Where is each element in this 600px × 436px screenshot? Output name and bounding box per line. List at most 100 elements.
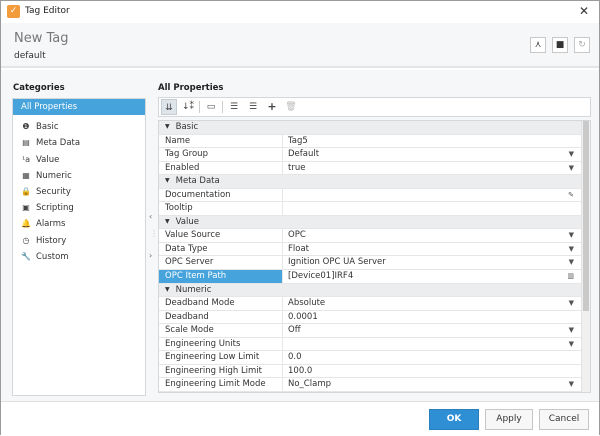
- property-value[interactable]: No_Clamp ▼: [283, 378, 590, 391]
- field-icon[interactable]: ▭: [203, 99, 219, 115]
- property-value[interactable]: Ignition OPC UA Server ▼: [283, 256, 590, 269]
- property-value[interactable]: ✎: [283, 189, 590, 202]
- dropdown-arrow-icon[interactable]: ▼: [569, 243, 574, 256]
- apply-button[interactable]: Apply: [485, 409, 533, 430]
- category-numeric[interactable]: ▦ Numeric: [13, 168, 145, 184]
- browse-tags-icon[interactable]: ▥: [567, 270, 574, 283]
- property-row[interactable]: Engineering Units ▼: [159, 337, 590, 352]
- property-name: Documentation: [159, 188, 283, 202]
- splitter-handle[interactable]: ⋮: [150, 229, 158, 238]
- pencil-icon[interactable]: ✎: [568, 189, 574, 202]
- sort-category-icon[interactable]: ⇊: [161, 99, 177, 115]
- category-custom[interactable]: 🔧 Custom: [13, 249, 145, 265]
- category-security[interactable]: 🔒 Security: [13, 184, 145, 200]
- value-text: OPC: [288, 230, 306, 241]
- app-icon: ✓: [7, 5, 20, 18]
- delete-icon[interactable]: 🗑: [283, 99, 299, 115]
- property-row[interactable]: Name Tag5: [159, 134, 590, 149]
- property-row[interactable]: Engineering High Limit 100.0: [159, 364, 590, 379]
- category-value[interactable]: ¹a Value: [13, 152, 145, 168]
- property-row[interactable]: Data Type Float ▼: [159, 242, 590, 257]
- property-row[interactable]: Tag Group Default ▼: [159, 148, 590, 162]
- properties-toolbar: ⇊ ↓⁑ ▭ ☰ ☰ + 🗑: [158, 97, 591, 117]
- collapse-caret-icon[interactable]: ▼: [165, 175, 170, 188]
- refresh-icon[interactable]: ↻: [574, 37, 590, 53]
- property-row[interactable]: Documentation ✎: [159, 188, 590, 203]
- collapse-caret-icon[interactable]: ▼: [165, 121, 170, 134]
- property-value[interactable]: Tag5: [283, 135, 590, 148]
- dropdown-arrow-icon[interactable]: ▼: [569, 378, 574, 391]
- collapse-caret-icon[interactable]: ▼: [165, 216, 170, 229]
- category-history[interactable]: ◷ History: [13, 233, 145, 249]
- group-label: Meta Data: [175, 176, 220, 187]
- property-name: OPC Item Path: [159, 270, 283, 283]
- collapse-caret-icon[interactable]: ▼: [165, 284, 170, 297]
- dropdown-arrow-icon[interactable]: ▼: [569, 338, 574, 351]
- category-basic[interactable]: ❶ Basic: [13, 119, 145, 135]
- dropdown-arrow-icon[interactable]: ▼: [569, 324, 574, 337]
- scrollbar-thumb[interactable]: [583, 121, 589, 311]
- group-header[interactable]: ▼ Value: [159, 215, 590, 230]
- property-row[interactable]: Deadband 0.0001: [159, 310, 590, 325]
- category-meta-data[interactable]: ▤ Meta Data: [13, 135, 145, 151]
- property-row[interactable]: Engineering Low Limit 0.0: [159, 351, 590, 365]
- property-row[interactable]: Engineering Limit Mode No_Clamp ▼: [159, 378, 590, 392]
- wrench-icon: 🔧: [21, 251, 31, 261]
- group-header[interactable]: ▼ Meta Data: [159, 175, 590, 189]
- tag-type-icon[interactable]: ⋏: [530, 37, 546, 53]
- vertical-scrollbar[interactable]: [581, 121, 590, 392]
- category-label: All Properties: [21, 102, 78, 113]
- property-value[interactable]: OPC ▼: [283, 229, 590, 242]
- add-icon[interactable]: +: [264, 99, 280, 115]
- expand-all-icon[interactable]: ☰: [226, 99, 242, 115]
- property-row[interactable]: OPC Item Path [Device01]IRF4 ▥: [159, 270, 590, 284]
- clock-icon: ◷: [22, 235, 30, 245]
- cancel-button[interactable]: Cancel: [539, 409, 589, 430]
- property-value[interactable]: Float ▼: [283, 243, 590, 256]
- property-row[interactable]: Enabled true ▼: [159, 161, 590, 176]
- notes-icon[interactable]: ■: [552, 37, 568, 53]
- group-header[interactable]: ▼ Basic: [159, 121, 590, 135]
- category-alarms[interactable]: 🔔 Alarms: [13, 216, 145, 232]
- value-text: Tag5: [288, 135, 308, 146]
- property-value[interactable]: Absolute ▼: [283, 297, 590, 310]
- property-value[interactable]: Off ▼: [283, 324, 590, 337]
- value-text: [Device01]IRF4: [288, 271, 354, 282]
- property-row[interactable]: OPC Server Ignition OPC UA Server ▼: [159, 256, 590, 271]
- dropdown-arrow-icon[interactable]: ▼: [569, 162, 574, 175]
- category-scripting[interactable]: ▣ Scripting: [13, 200, 145, 216]
- property-value[interactable]: [Device01]IRF4 ▥: [283, 270, 590, 283]
- group-header[interactable]: ▼ Numeric: [159, 283, 590, 298]
- property-row[interactable]: Value Source OPC ▼: [159, 229, 590, 243]
- expand-right-icon[interactable]: ›: [149, 251, 152, 260]
- dropdown-arrow-icon[interactable]: ▼: [569, 148, 574, 161]
- category-label: Scripting: [36, 203, 74, 214]
- property-value[interactable]: true ▼: [283, 162, 590, 175]
- property-value[interactable]: 100.0: [283, 365, 590, 378]
- property-row[interactable]: Deadband Mode Absolute ▼: [159, 297, 590, 311]
- toolbar-divider: [199, 101, 200, 113]
- collapse-all-icon[interactable]: ☰: [245, 99, 261, 115]
- close-icon[interactable]: ✕: [579, 4, 589, 18]
- property-row[interactable]: Tooltip: [159, 202, 590, 216]
- window-title: Tag Editor: [25, 6, 70, 16]
- metadata-icon: ▤: [22, 138, 30, 148]
- property-row[interactable]: Scale Mode Off ▼: [159, 324, 590, 338]
- collapse-left-icon[interactable]: ‹: [149, 212, 152, 221]
- value-icon: ¹a: [21, 154, 31, 164]
- property-value[interactable]: 0.0001: [283, 311, 590, 324]
- property-value[interactable]: Default ▼: [283, 148, 590, 161]
- dropdown-arrow-icon[interactable]: ▼: [569, 229, 574, 242]
- title-bar: [1, 1, 599, 23]
- property-value[interactable]: 0.0: [283, 351, 590, 364]
- dropdown-arrow-icon[interactable]: ▼: [569, 256, 574, 269]
- script-icon: ▣: [22, 203, 30, 213]
- sort-alpha-icon[interactable]: ↓⁑: [180, 99, 196, 115]
- property-value[interactable]: [283, 202, 590, 215]
- category-all-properties[interactable]: All Properties: [13, 99, 145, 116]
- dropdown-arrow-icon[interactable]: ▼: [569, 297, 574, 310]
- property-name: Engineering Low Limit: [159, 351, 283, 364]
- ok-button[interactable]: OK: [429, 409, 479, 430]
- property-value[interactable]: ▼: [283, 338, 590, 351]
- category-label: Alarms: [36, 219, 66, 230]
